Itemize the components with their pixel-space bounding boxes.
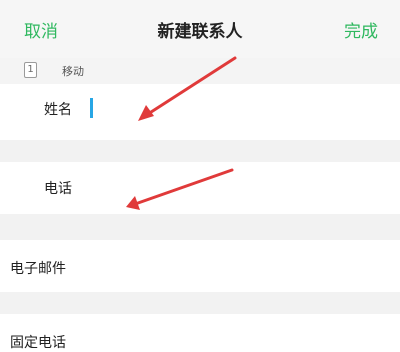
text-cursor: [90, 98, 93, 118]
landline-field-label: 固定电话: [10, 335, 66, 351]
account-selector-row[interactable]: [0, 58, 400, 84]
sim-slot-number: 1: [27, 64, 34, 75]
section-separator: [0, 214, 400, 240]
section-separator: [0, 140, 400, 162]
sim-card-icon: 1: [24, 62, 37, 78]
navigation-bar: 取消 新建联系人 完成: [0, 0, 400, 58]
section-separator: [0, 292, 400, 314]
account-label: 移动: [62, 65, 84, 78]
phone-field-label: 电话: [44, 181, 72, 197]
name-field-label: 姓名: [44, 102, 72, 118]
done-button[interactable]: 完成: [344, 17, 378, 42]
page-title: 新建联系人: [157, 22, 243, 42]
email-field-label: 电子邮件: [10, 261, 66, 277]
